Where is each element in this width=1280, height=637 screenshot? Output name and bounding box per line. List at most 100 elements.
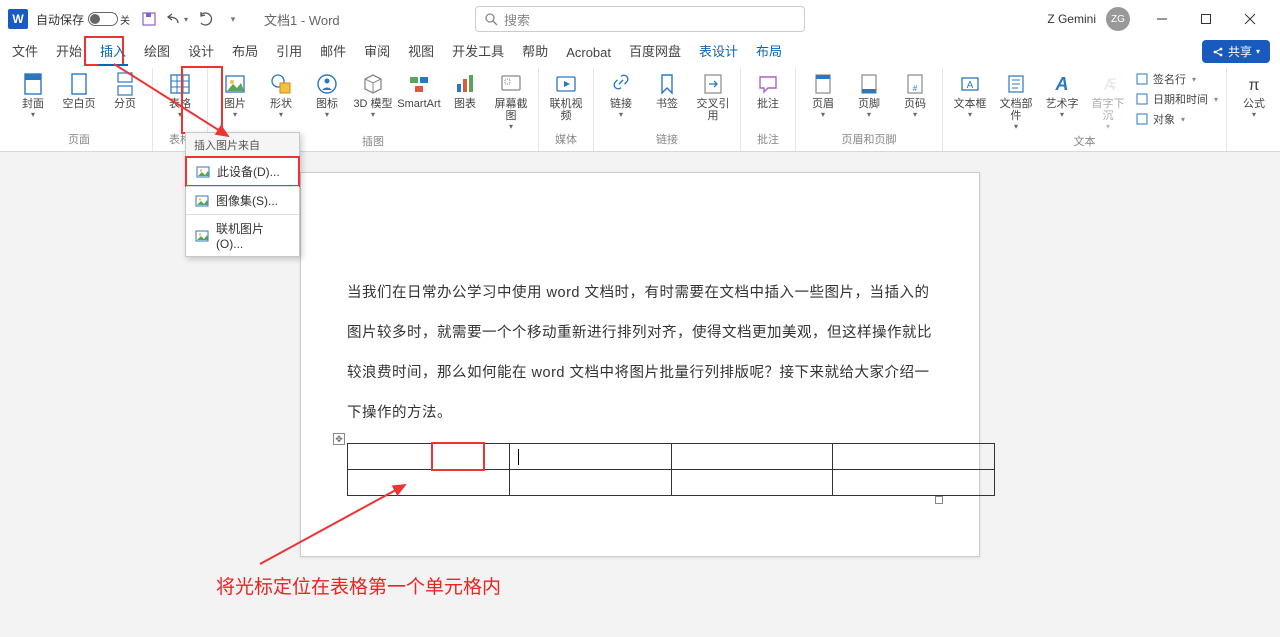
- 艺术字-icon: A: [1048, 72, 1076, 96]
- tab-百度网盘[interactable]: 百度网盘: [627, 37, 683, 66]
- ribbon-btn-页脚[interactable]: 页脚▾: [848, 68, 890, 119]
- tab-审阅[interactable]: 审阅: [362, 37, 392, 66]
- ribbon-btn-艺术字[interactable]: A艺术字▾: [1041, 68, 1083, 119]
- 3D 模型-icon: [359, 72, 387, 96]
- ribbon-btn-图表[interactable]: 图表: [444, 68, 486, 110]
- ribbon-small-签名行[interactable]: 签名行▾: [1133, 70, 1220, 88]
- table[interactable]: ✥: [347, 443, 933, 496]
- ribbon-btn-联机视频[interactable]: 联机视频: [545, 68, 587, 122]
- tab-表设计[interactable]: 表设计: [697, 37, 740, 66]
- maximize-button[interactable]: [1184, 3, 1228, 35]
- ribbon-btn-形状[interactable]: 形状▾: [260, 68, 302, 119]
- qat-customize-icon[interactable]: ▾: [224, 10, 242, 28]
- search-icon: [484, 12, 498, 26]
- ribbon-btn-封面[interactable]: 封面▾: [12, 68, 54, 119]
- tab-Acrobat[interactable]: Acrobat: [564, 41, 613, 66]
- ribbon-btn-分页[interactable]: 分页: [104, 68, 146, 110]
- ribbon-btn-文本框[interactable]: A文本框▾: [949, 68, 991, 119]
- tab-插入[interactable]: 插入: [98, 37, 128, 66]
- ribbon-btn-公式[interactable]: π公式▾: [1233, 68, 1275, 119]
- ribbon-btn-图片[interactable]: 图片▾: [214, 68, 256, 119]
- ribbon-btn-屏幕截图[interactable]: 屏幕截图▾: [490, 68, 532, 131]
- table-cell-cursor[interactable]: [509, 444, 671, 470]
- 文档部件-icon: [1002, 72, 1030, 96]
- ribbon-btn-首字下沉: A首字下沉▾: [1087, 68, 1129, 131]
- tab-绘图[interactable]: 绘图: [142, 37, 172, 66]
- table-cell[interactable]: [348, 444, 510, 470]
- dropdown-item-2[interactable]: 联机图片(O)...: [186, 215, 299, 256]
- ribbon-btn-链接[interactable]: 链接▾: [600, 68, 642, 119]
- table-row: [348, 444, 995, 470]
- group-label: 文本: [949, 131, 1220, 153]
- share-button[interactable]: 共享▾: [1202, 40, 1270, 63]
- ribbon-btn-页眉[interactable]: 页眉▾: [802, 68, 844, 119]
- minimize-button[interactable]: [1140, 3, 1184, 35]
- SmartArt-icon: [405, 72, 433, 96]
- ribbon-btn-3D 模型[interactable]: 3D 模型▾: [352, 68, 394, 119]
- autosave-toggle[interactable]: 自动保存 关: [36, 11, 130, 28]
- tab-开始[interactable]: 开始: [54, 37, 84, 66]
- ribbon-btn-批注[interactable]: 批注: [747, 68, 789, 110]
- chevron-down-icon: ▾: [867, 110, 871, 119]
- chevron-down-icon: ▾: [968, 110, 972, 119]
- table-cell[interactable]: [833, 444, 995, 470]
- 日期和时间-icon: [1135, 92, 1149, 106]
- avatar[interactable]: ZG: [1106, 7, 1130, 31]
- group-label: 符号: [1233, 129, 1280, 151]
- 图标-icon: [313, 72, 341, 96]
- ribbon-btn-SmartArt[interactable]: SmartArt: [398, 68, 440, 110]
- undo-icon[interactable]: ▾: [168, 10, 186, 28]
- autosave-label: 自动保存: [36, 11, 84, 28]
- 页脚-icon: [855, 72, 883, 96]
- ribbon-btn-图标[interactable]: 图标▾: [306, 68, 348, 119]
- tab-帮助[interactable]: 帮助: [520, 37, 550, 66]
- ribbon-small-对象[interactable]: 对象▾: [1133, 110, 1220, 128]
- chevron-down-icon: ▾: [371, 110, 375, 119]
- table-resize-handle-icon[interactable]: [935, 496, 943, 504]
- tab-文件[interactable]: 文件: [10, 37, 40, 66]
- table-cell[interactable]: [348, 470, 510, 496]
- 空白页-icon: [65, 72, 93, 96]
- 对象-icon: [1135, 112, 1149, 126]
- dropdown-item-1[interactable]: 图像集(S)...: [186, 187, 299, 214]
- save-icon[interactable]: [140, 10, 158, 28]
- chevron-down-icon: ▾: [509, 122, 513, 131]
- 链接-icon: [607, 72, 635, 96]
- ribbon-btn-页码[interactable]: #页码▾: [894, 68, 936, 119]
- 封面-icon: [19, 72, 47, 96]
- tab-引用[interactable]: 引用: [274, 37, 304, 66]
- 形状-icon: [267, 72, 295, 96]
- ribbon-btn-交叉引用[interactable]: 交叉引用: [692, 68, 734, 122]
- 签名行-icon: [1135, 72, 1149, 86]
- group-label: 页眉和页脚: [802, 129, 936, 151]
- table-move-handle-icon[interactable]: ✥: [333, 433, 345, 445]
- table-cell[interactable]: [509, 470, 671, 496]
- tab-设计[interactable]: 设计: [186, 37, 216, 66]
- ribbon-btn-空白页[interactable]: 空白页: [58, 68, 100, 110]
- tab-邮件[interactable]: 邮件: [318, 37, 348, 66]
- table-cell[interactable]: [671, 444, 833, 470]
- tab-布局[interactable]: 布局: [754, 37, 784, 66]
- group-label: 页面: [12, 129, 146, 151]
- ribbon-small-日期和时间[interactable]: 日期和时间▾: [1133, 90, 1220, 108]
- tab-开发工具[interactable]: 开发工具: [450, 37, 506, 66]
- ribbon-tabs: 文件开始插入绘图设计布局引用邮件审阅视图开发工具帮助Acrobat百度网盘表设计…: [0, 38, 1280, 66]
- redo-icon[interactable]: [196, 10, 214, 28]
- tab-视图[interactable]: 视图: [406, 37, 436, 66]
- picture-source-icon: [195, 165, 211, 179]
- close-button[interactable]: [1228, 3, 1272, 35]
- dropdown-header: 插入图片来自: [186, 133, 299, 157]
- ribbon-btn-表格[interactable]: 表格▾: [159, 68, 201, 119]
- 联机视频-icon: [552, 72, 580, 96]
- title-bar: W 自动保存 关 ▾ ▾ 文档1 - Word 搜索 Z Gemini ZG: [0, 0, 1280, 38]
- dropdown-item-0[interactable]: 此设备(D)...: [185, 156, 300, 187]
- user-name[interactable]: Z Gemini: [1047, 12, 1096, 26]
- tab-布局[interactable]: 布局: [230, 37, 260, 66]
- table-cell[interactable]: [671, 470, 833, 496]
- ribbon-btn-书签[interactable]: 书签: [646, 68, 688, 110]
- table-cell[interactable]: [833, 470, 995, 496]
- search-input[interactable]: 搜索: [475, 6, 805, 32]
- ribbon-btn-文档部件[interactable]: 文档部件▾: [995, 68, 1037, 131]
- ribbon-group-页面: 封面▾空白页分页页面: [6, 68, 153, 151]
- word-table[interactable]: [347, 443, 995, 496]
